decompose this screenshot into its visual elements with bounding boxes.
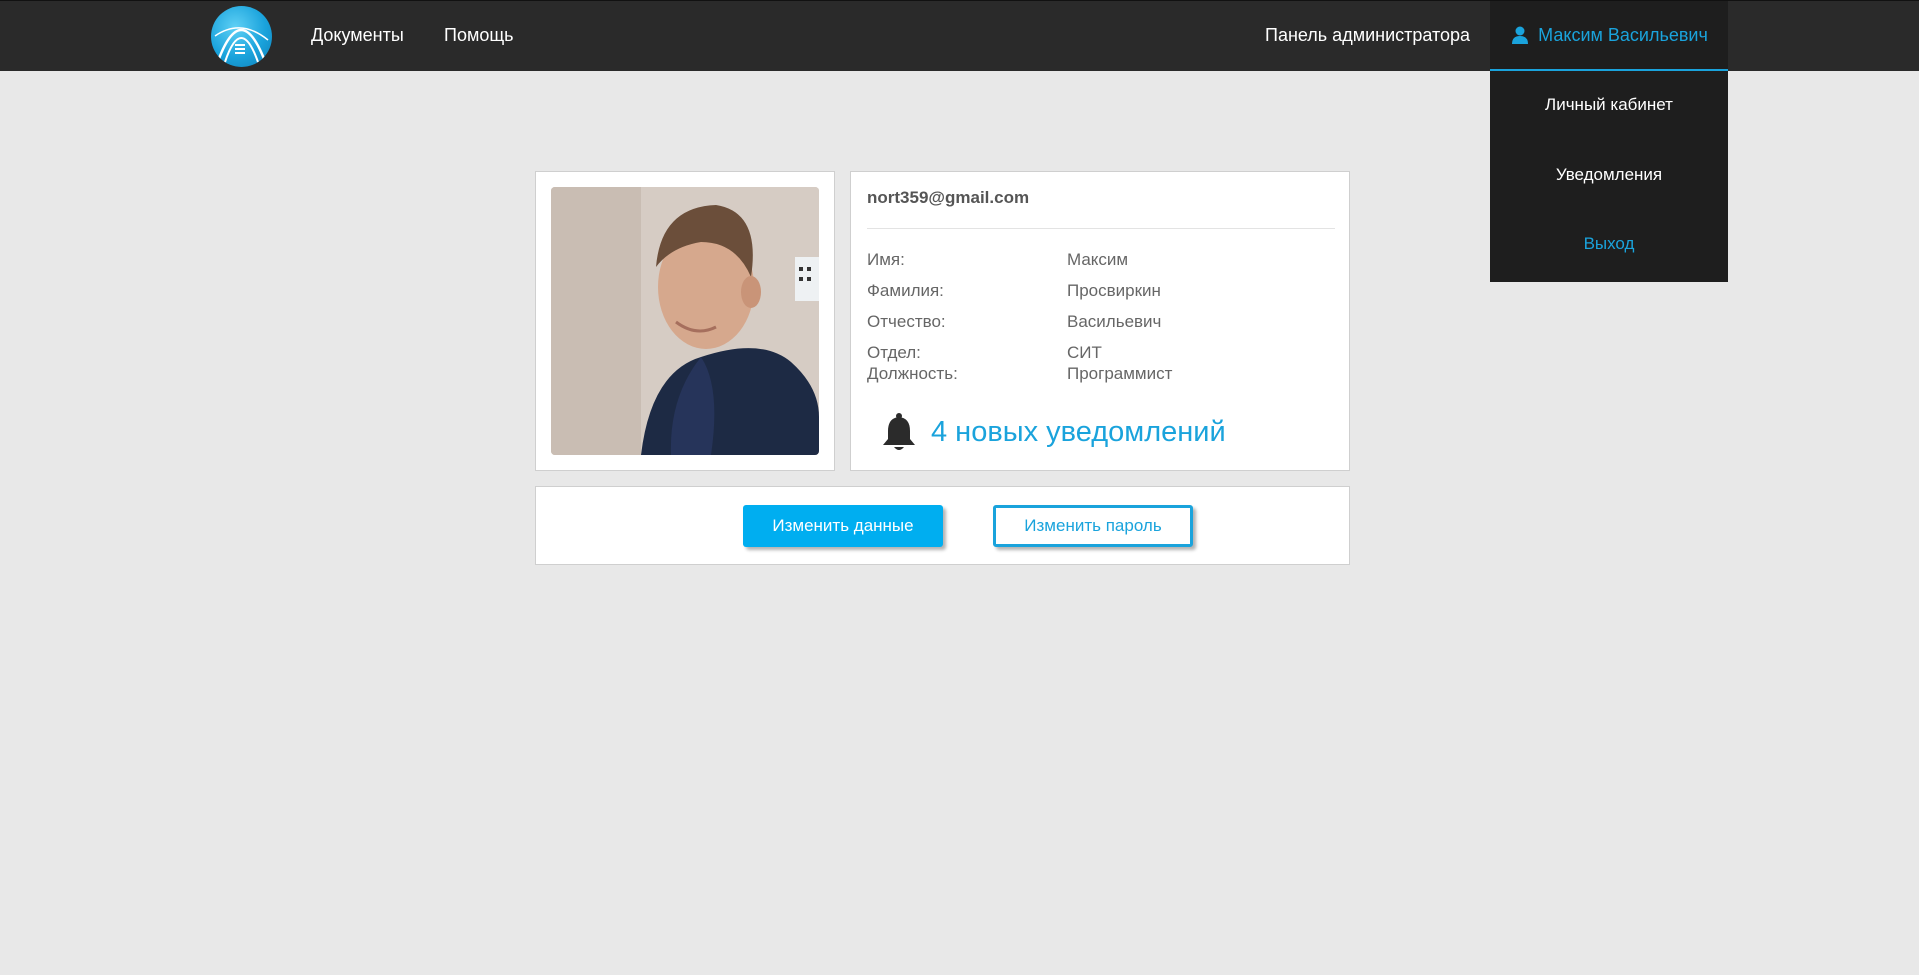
actions-card: Изменить данные Изменить пароль [535, 486, 1350, 565]
field-value-patronymic: Васильевич [1067, 312, 1162, 331]
menu-item-notifications[interactable]: Уведомления [1490, 165, 1728, 185]
notifications-count-text: 4 новых уведомлений [931, 415, 1226, 448]
notifications-link[interactable]: 4 новых уведомлений [881, 412, 1226, 452]
profile-photo-card [535, 171, 835, 471]
avatar-photo-icon [551, 187, 819, 455]
menu-item-logout[interactable]: Выход [1490, 234, 1728, 254]
field-value-first-name: Максим [1067, 250, 1129, 269]
field-label-first-name: Имя: [867, 250, 905, 269]
logo-icon [214, 27, 269, 65]
menu-item-personal-account[interactable]: Личный кабинет [1490, 95, 1728, 115]
user-name: Максим Васильевич [1538, 24, 1708, 45]
user-dropdown-menu: Личный кабинет Уведомления Выход [1490, 71, 1728, 282]
field-value-department: СИТ [1067, 343, 1102, 362]
user-icon [1512, 26, 1529, 44]
nav-admin-panel[interactable]: Панель администратора [1265, 25, 1470, 46]
nav-documents[interactable]: Документы [311, 25, 404, 46]
field-label-last-name: Фамилия: [867, 281, 944, 300]
change-password-button[interactable]: Изменить пароль [993, 505, 1193, 547]
field-value-last-name: Просвиркин [1067, 281, 1161, 300]
field-label-department: Отдел: [867, 343, 921, 362]
edit-data-button[interactable]: Изменить данные [743, 505, 943, 547]
app-logo[interactable] [211, 6, 272, 67]
bell-icon [883, 413, 915, 450]
profile-info-card: nort359@gmail.com Имя: Максим Фамилия: П… [850, 171, 1350, 471]
divider [867, 228, 1335, 229]
field-value-position: Программист [1067, 364, 1173, 383]
profile-email: nort359@gmail.com [867, 188, 1030, 207]
field-label-patronymic: Отчество: [867, 312, 946, 331]
field-label-position: Должность: [867, 364, 958, 383]
nav-help[interactable]: Помощь [444, 25, 514, 46]
profile-photo [551, 187, 819, 455]
user-menu-button[interactable]: Максим Васильевич [1490, 1, 1728, 72]
top-navbar: Документы Помощь Панель администратора М… [0, 0, 1919, 72]
